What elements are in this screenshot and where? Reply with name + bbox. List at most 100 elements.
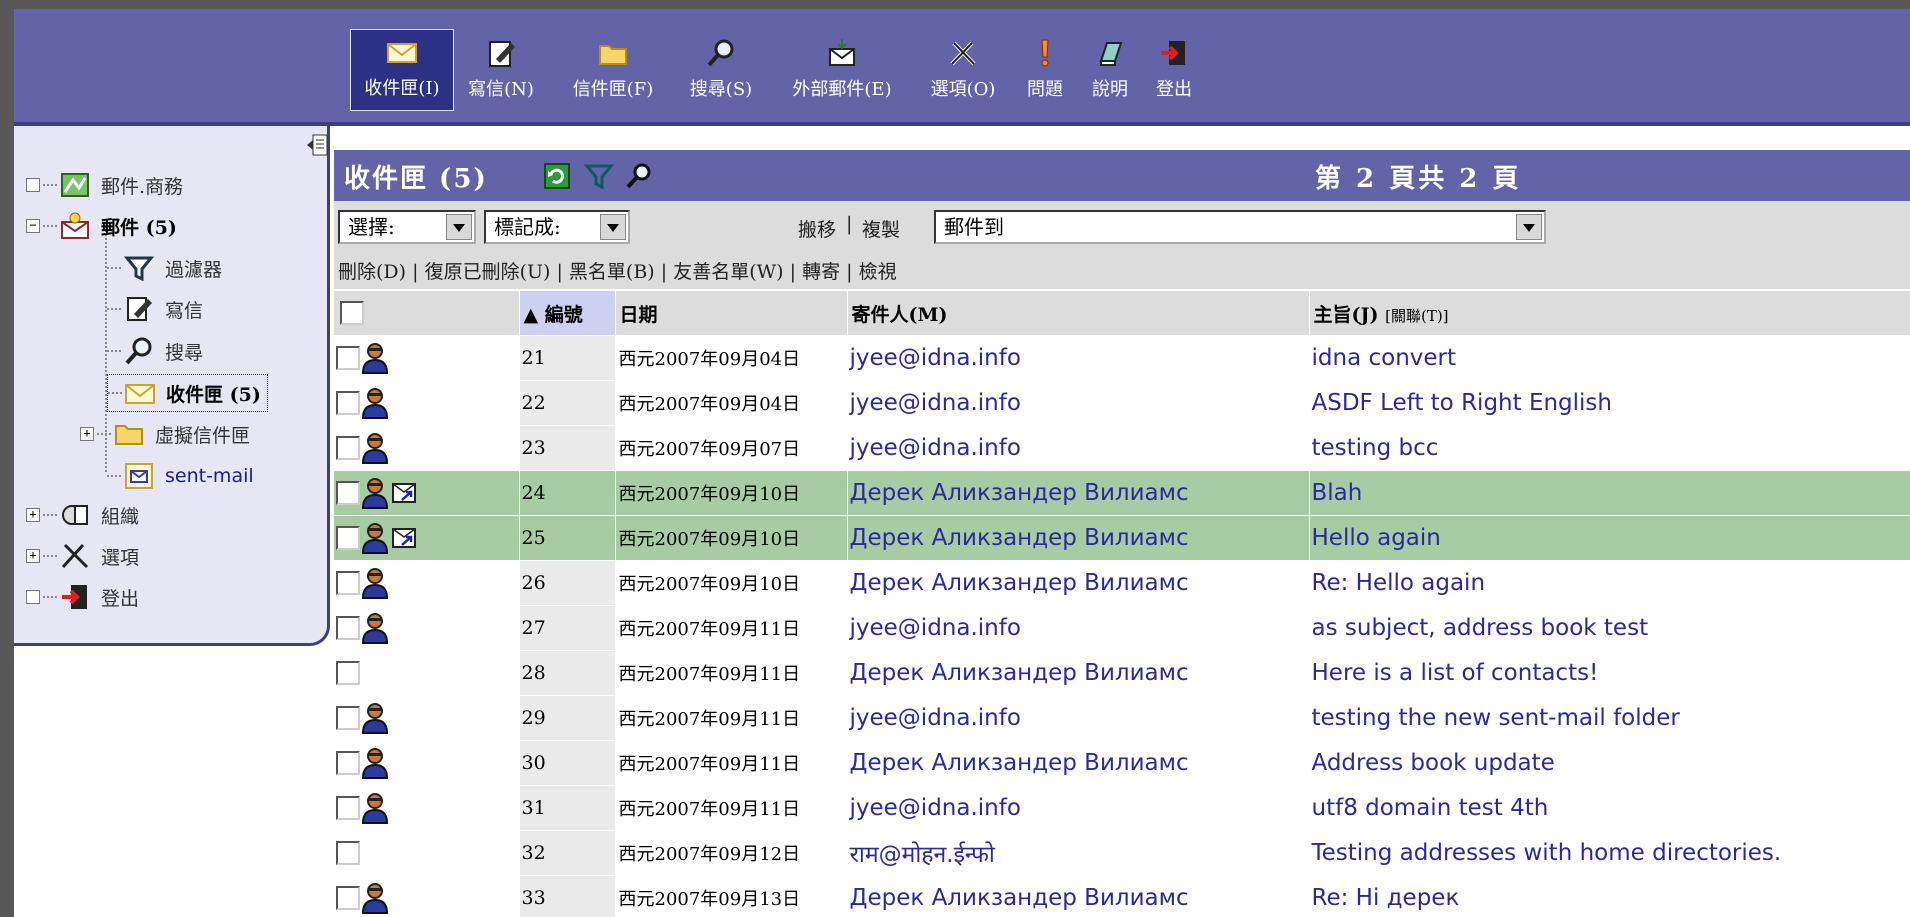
- collapse-sidebar-icon[interactable]: [305, 132, 329, 158]
- undelete-link[interactable]: 復原已刪除(U): [425, 261, 551, 283]
- move-link[interactable]: 搬移: [798, 215, 836, 242]
- from-column-header[interactable]: 寄件人(M): [847, 291, 1310, 336]
- table-row[interactable]: 24 西元2007年09月10日 Дерек Аликзандер Вилиамс B…: [334, 470, 1910, 516]
- collapse-toggle[interactable]: −: [26, 219, 40, 233]
- message-sender-link[interactable]: Дерек Аликзандер Вилиамс: [847, 560, 1310, 606]
- row-checkbox[interactable]: [336, 706, 360, 730]
- select-dropdown[interactable]: 選擇:: [338, 210, 476, 244]
- row-checkbox[interactable]: [336, 616, 360, 640]
- message-sender-link[interactable]: jyee@idna.info: [847, 335, 1310, 381]
- filter-icon[interactable]: [584, 162, 614, 190]
- message-sender-link[interactable]: jyee@idna.info: [847, 695, 1310, 741]
- table-row[interactable]: 31 西元2007年09月11日 jyee@idna.info utf8 domain…: [334, 785, 1910, 831]
- message-sender-link[interactable]: jyee@idna.info: [847, 380, 1310, 426]
- row-checkbox[interactable]: [336, 661, 360, 685]
- table-row[interactable]: 28 西元2007年09月11日 Дерек Аликзандер Вилиамс H…: [334, 650, 1910, 696]
- whitelist-link[interactable]: 友善名單(W): [673, 261, 783, 283]
- compose-button[interactable]: 寫信(N): [460, 29, 542, 111]
- message-subject-link[interactable]: testing the new sent-mail folder: [1309, 695, 1910, 741]
- target-folder-dropdown[interactable]: 郵件到: [934, 210, 1546, 244]
- tree-item-business[interactable]: 郵件.商務: [26, 168, 183, 202]
- logout-button[interactable]: 登出: [1146, 29, 1202, 111]
- message-subject-link[interactable]: Here is a list of contacts!: [1309, 650, 1910, 696]
- tree-item-sent-mail[interactable]: sent-mail: [107, 459, 254, 493]
- row-checkbox[interactable]: [336, 481, 360, 505]
- row-checkbox[interactable]: [336, 346, 360, 370]
- message-sender-link[interactable]: Дерек Аликзандер Вилиамс: [847, 650, 1310, 696]
- row-checkbox[interactable]: [336, 751, 360, 775]
- row-checkbox[interactable]: [336, 391, 360, 415]
- inbox-button[interactable]: 收件匣(I): [350, 29, 454, 111]
- delete-link[interactable]: 刪除(D): [338, 261, 406, 283]
- table-row[interactable]: 27 西元2007年09月11日 jyee@idna.info as subject,…: [334, 605, 1910, 651]
- message-subject-link[interactable]: ASDF Left to Right English: [1309, 380, 1910, 426]
- message-subject-link[interactable]: Testing addresses with home directories.: [1309, 830, 1910, 876]
- expand-toggle[interactable]: [26, 590, 40, 604]
- table-row[interactable]: 23 西元2007年09月07日 jyee@idna.info testing bcc: [334, 425, 1910, 471]
- message-subject-link[interactable]: Re: Hello again: [1309, 560, 1910, 606]
- number-column-header[interactable]: ▲ 編號: [519, 291, 616, 336]
- forward-link[interactable]: 轉寄: [802, 261, 840, 283]
- message-sender-link[interactable]: Дерек Аликзандер Вилиамс: [847, 740, 1310, 786]
- row-checkbox[interactable]: [336, 436, 360, 460]
- message-sender-link[interactable]: jyee@idna.info: [847, 605, 1310, 651]
- expand-toggle[interactable]: +: [26, 549, 40, 563]
- message-sender-link[interactable]: Дерек Аликзандер Вилиамс: [847, 470, 1310, 516]
- message-subject-link[interactable]: Hello again: [1309, 515, 1910, 561]
- tree-item-search[interactable]: 搜尋: [107, 334, 203, 368]
- expand-toggle[interactable]: +: [26, 508, 40, 522]
- message-sender-link[interactable]: Дерек Аликзандер Вилиамс: [847, 515, 1310, 561]
- message-subject-link[interactable]: as subject, address book test: [1309, 605, 1910, 651]
- message-sender-link[interactable]: राम@मोहन.ईन्फो: [847, 830, 1310, 876]
- mark-as-dropdown[interactable]: 標記成:: [484, 210, 630, 244]
- help-button[interactable]: 說明: [1082, 29, 1138, 111]
- tree-item-options[interactable]: + 選項: [26, 539, 139, 573]
- copy-link[interactable]: 複製: [862, 215, 900, 242]
- tree-item-virtual-folders[interactable]: + 虛擬信件匣: [80, 417, 250, 451]
- date-column-header[interactable]: 日期: [615, 291, 848, 336]
- refresh-icon[interactable]: [542, 162, 572, 190]
- table-row[interactable]: 32 西元2007年09月12日 राम@मोहन.ईन्फो Testing add…: [334, 830, 1910, 876]
- options-button[interactable]: 選項(O): [920, 29, 1006, 111]
- message-sender-link[interactable]: jyee@idna.info: [847, 425, 1310, 471]
- message-subject-link[interactable]: testing bcc: [1309, 425, 1910, 471]
- tree-item-logout[interactable]: 登出: [26, 580, 139, 614]
- table-row[interactable]: 26 西元2007年09月10日 Дерек Аликзандер Вилиамс R…: [334, 560, 1910, 606]
- select-all-checkbox[interactable]: [340, 301, 364, 325]
- message-sender-link[interactable]: jyee@idna.info: [847, 785, 1310, 831]
- search-button[interactable]: 搜尋(S): [678, 29, 764, 111]
- message-subject-link[interactable]: idna convert: [1309, 335, 1910, 381]
- external-mail-button[interactable]: 外部郵件(E): [784, 29, 900, 111]
- tree-item-compose[interactable]: 寫信: [107, 292, 203, 326]
- blacklist-link[interactable]: 黑名單(B): [569, 261, 655, 283]
- expand-toggle[interactable]: [26, 178, 40, 192]
- view-link[interactable]: 檢視: [859, 261, 897, 283]
- table-row[interactable]: 30 西元2007年09月11日 Дерек Аликзандер Вилиамс A…: [334, 740, 1910, 786]
- table-row[interactable]: 33 西元2007年09月13日 Дерек Аликзандер Вилиамс R…: [334, 875, 1910, 917]
- tree-item-mail[interactable]: − 郵件 (5): [26, 209, 177, 243]
- table-row[interactable]: 29 西元2007年09月11日 jyee@idna.info testing the…: [334, 695, 1910, 741]
- tree-item-filters[interactable]: 過濾器: [107, 251, 222, 285]
- row-checkbox[interactable]: [336, 571, 360, 595]
- tree-item-inbox[interactable]: 收件匣 (5): [107, 374, 268, 412]
- problem-button[interactable]: 問題: [1017, 29, 1073, 111]
- table-row[interactable]: 25 西元2007年09月10日 Дерек Аликзандер Вилиамс H…: [334, 515, 1910, 561]
- subject-column-header[interactable]: 主旨(J) [關聯(T)]: [1309, 291, 1910, 336]
- message-subject-link[interactable]: utf8 domain test 4th: [1309, 785, 1910, 831]
- row-checkbox[interactable]: [336, 886, 360, 910]
- message-subject-link[interactable]: Blah: [1309, 470, 1910, 516]
- row-checkbox[interactable]: [336, 796, 360, 820]
- message-subject-link[interactable]: Address book update: [1309, 740, 1910, 786]
- message-sender-link[interactable]: Дерек Аликзандер Вилиамс: [847, 875, 1310, 917]
- table-row[interactable]: 21 西元2007年09月04日 jyee@idna.info idna conver…: [334, 335, 1910, 381]
- message-subject-link[interactable]: Re: Hi дерек: [1309, 875, 1910, 917]
- search-icon[interactable]: [624, 162, 654, 190]
- row-checkbox[interactable]: [336, 841, 360, 865]
- table-row[interactable]: 22 西元2007年09月04日 jyee@idna.info ASDF Left t…: [334, 380, 1910, 426]
- person-icon: [361, 343, 389, 374]
- folders-button[interactable]: 信件匣(F): [569, 29, 657, 111]
- row-checkbox[interactable]: [336, 526, 360, 550]
- tree-item-organizer[interactable]: + 組織: [26, 498, 139, 532]
- thread-toggle-link[interactable]: [關聯(T)]: [1385, 307, 1448, 325]
- expand-toggle[interactable]: +: [80, 427, 94, 441]
